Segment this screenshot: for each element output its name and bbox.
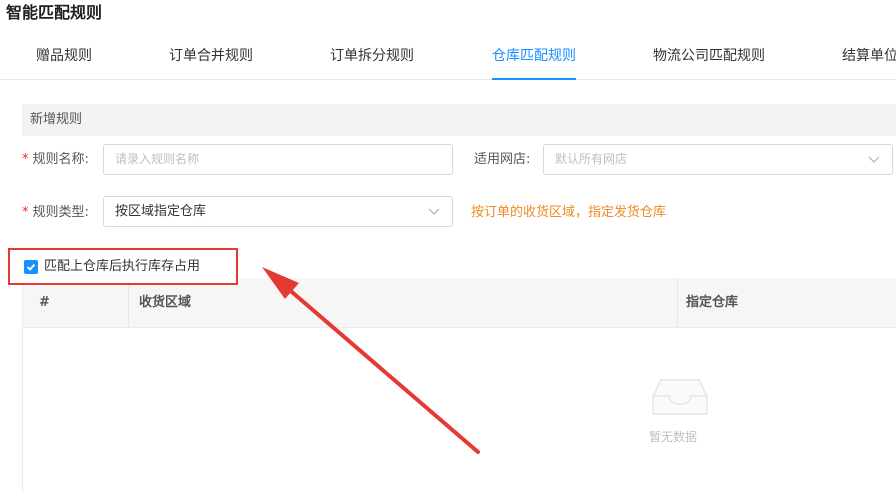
tab-logistics-match-rules[interactable]: 物流公司匹配规则 [653, 33, 765, 80]
section-title: 新增规则 [22, 104, 896, 136]
chevron-down-icon [428, 208, 440, 215]
column-divider [128, 278, 129, 328]
region-warehouse-table: # 收货区域 指定仓库 [22, 278, 896, 493]
rule-type-label: * 规则类型: [22, 205, 89, 220]
shop-select[interactable]: 默认所有网店 [543, 144, 893, 175]
tab-settlement-unit[interactable]: 结算单位 [842, 33, 896, 80]
rule-name-input[interactable]: 请录入规则名称 [103, 144, 453, 175]
column-header-region: 收货区域 [139, 295, 192, 310]
occupy-stock-option: 匹配上仓库后执行库存占用 [8, 248, 238, 285]
page: 智能匹配规则 赠品规则 订单合并规则 订单拆分规则 仓库匹配规则 物流公司匹配规… [0, 0, 896, 493]
empty-box-icon [652, 379, 708, 415]
page-title: 智能匹配规则 [6, 3, 103, 22]
tab-gift-rules[interactable]: 赠品规则 [36, 33, 92, 80]
required-mark: * [22, 152, 29, 167]
rule-type-select[interactable]: 按区域指定仓库 [103, 196, 453, 227]
chevron-down-icon [868, 156, 880, 163]
table-header: # 收货区域 指定仓库 [23, 278, 896, 328]
occupy-stock-label: 匹配上仓库后执行库存占用 [44, 259, 201, 274]
empty-text: 暂无数据 [649, 430, 698, 444]
rule-tabs: 赠品规则 订单合并规则 订单拆分规则 仓库匹配规则 物流公司匹配规则 结算单位 [0, 33, 896, 80]
rule-name-label: * 规则名称: [22, 152, 89, 167]
tab-warehouse-match-rules[interactable]: 仓库匹配规则 [492, 33, 576, 80]
checkmark-icon [26, 263, 36, 271]
rule-type-hint: 按订单的收货区域，指定发货仓库 [471, 205, 667, 220]
column-divider [677, 278, 678, 328]
column-header-warehouse: 指定仓库 [686, 295, 739, 310]
tab-order-merge-rules[interactable]: 订单合并规则 [169, 33, 253, 80]
shop-label: 适用网店: [474, 152, 531, 167]
column-header-index: # [39, 295, 50, 310]
required-mark: * [22, 205, 29, 220]
tab-order-split-rules[interactable]: 订单拆分规则 [330, 33, 414, 80]
occupy-stock-checkbox[interactable] [24, 260, 38, 274]
